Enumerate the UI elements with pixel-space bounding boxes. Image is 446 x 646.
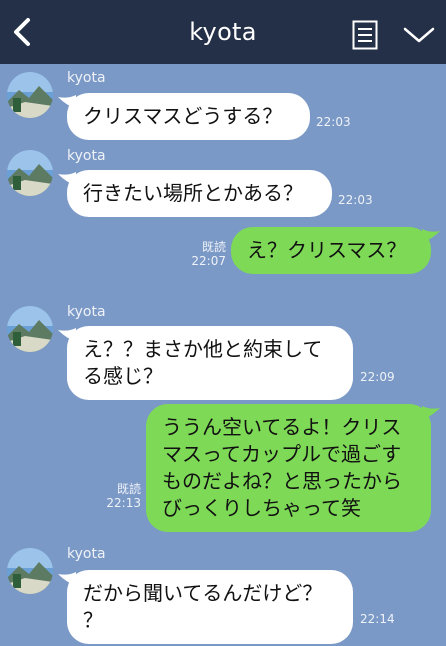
avatar[interactable] xyxy=(7,150,53,196)
sender-name: kyota xyxy=(67,70,106,86)
message-timestamp: 22:03 xyxy=(316,115,351,129)
incoming-message-bubble[interactable]: クリスマスどうする？ xyxy=(67,93,310,140)
read-receipt: 既読 22:07 xyxy=(180,240,226,268)
incoming-message-bubble[interactable]: 行きたい場所とかある？ xyxy=(67,170,332,217)
message-text-line: ものだよね？と思ったから xyxy=(162,469,402,493)
outgoing-message-bubble[interactable]: ううん空いてるよ！クリス マスってカップルで過ごす ものだよね？と思ったから びっくり… xyxy=(146,404,431,532)
message-text-line: だから聞いてるんだけど？ xyxy=(83,581,323,605)
message-timestamp: 22:03 xyxy=(338,193,373,207)
chevron-down-icon[interactable] xyxy=(402,24,436,46)
message-timestamp: 22:07 xyxy=(191,254,226,268)
read-label: 既読 xyxy=(201,240,226,254)
sender-name: kyota xyxy=(67,148,106,164)
message-text-line: びっくりしちゃって笑 xyxy=(162,496,361,520)
incoming-message-bubble[interactable]: だから聞いてるんだけど？ ？ xyxy=(67,570,353,644)
sender-name: kyota xyxy=(67,304,106,320)
sender-name: kyota xyxy=(67,546,106,562)
message-text-line: え？？まさか他と約束して xyxy=(83,337,323,361)
read-receipt: 既読 22:13 xyxy=(95,482,141,510)
incoming-message-bubble[interactable]: え？？まさか他と約束して る感じ？ xyxy=(67,326,353,400)
message-text-line: ううん空いてるよ！クリス xyxy=(162,415,402,439)
message-timestamp: 22:09 xyxy=(360,370,395,384)
message-timestamp: 22:14 xyxy=(360,612,395,626)
note-list-icon[interactable] xyxy=(352,20,378,50)
outgoing-message-bubble[interactable]: え？クリスマス？ xyxy=(231,227,431,274)
message-text-line: る感じ？ xyxy=(83,364,163,388)
message-timestamp: 22:13 xyxy=(106,496,141,510)
avatar[interactable] xyxy=(7,548,53,594)
message-text-line: ？ xyxy=(83,608,103,632)
avatar[interactable] xyxy=(7,72,53,118)
chat-header: kyota xyxy=(0,0,446,64)
message-text-line: え？クリスマス？ xyxy=(247,238,407,262)
chat-title: kyota xyxy=(189,18,257,46)
message-text-line: 行きたい場所とかある？ xyxy=(83,181,303,205)
avatar[interactable] xyxy=(7,306,53,352)
read-label: 既読 xyxy=(116,482,141,496)
message-text-line: クリスマスどうする？ xyxy=(83,104,283,128)
message-text-line: マスってカップルで過ごす xyxy=(162,442,402,466)
